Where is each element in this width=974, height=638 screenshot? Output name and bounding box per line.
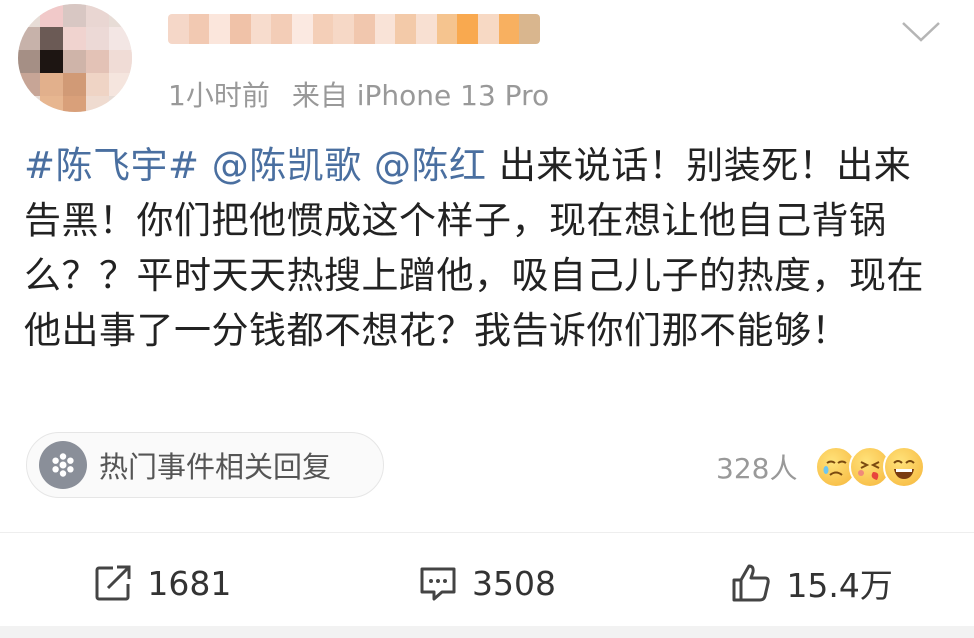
divider (0, 532, 974, 533)
mention-link[interactable]: @陈凯歌 (212, 144, 362, 187)
share-count: 1681 (147, 563, 232, 603)
expand-menu-button[interactable] (900, 14, 942, 50)
reactions-summary[interactable]: 328人 (716, 442, 926, 492)
share-button[interactable]: 1681 (0, 545, 325, 621)
comment-count: 3508 (472, 563, 556, 603)
reaction-count: 328人 (716, 452, 798, 485)
share-icon (95, 565, 131, 601)
like-button[interactable]: 15.4万 (649, 545, 974, 621)
hot-reply-button[interactable]: 热门事件相关回复 (26, 432, 384, 498)
comment-button[interactable]: 3508 (325, 545, 650, 621)
comment-icon (420, 567, 456, 601)
like-count: 15.4万 (786, 566, 893, 605)
hashtag-link[interactable]: #陈飞宇# (24, 144, 200, 187)
avatar[interactable] (18, 4, 132, 112)
thumbs-up-icon (732, 564, 771, 602)
post-content: #陈飞宇# @陈凯歌 @陈红 出来说话！别装死！出来告黑！你们把他惯成这个样子，… (24, 138, 939, 358)
action-bar: 1681 3508 15.4万 (0, 545, 974, 621)
post-meta: 1小时前 来自 iPhone 13 Pro (168, 74, 549, 114)
weibo-post-card: 1小时前 来自 iPhone 13 Pro #陈飞宇# @陈凯歌 @陈红 出来说话… (0, 0, 974, 626)
post-time: 1小时前 (168, 79, 270, 112)
username-blurred[interactable] (168, 14, 540, 44)
chevron-down-icon (902, 22, 940, 42)
laughing-emoji-icon (883, 446, 926, 488)
mention-link[interactable]: @陈红 (374, 144, 487, 187)
flower-icon (39, 441, 87, 489)
post-source: 来自 iPhone 13 Pro (291, 79, 550, 112)
hot-reply-label: 热门事件相关回复 (99, 450, 332, 484)
